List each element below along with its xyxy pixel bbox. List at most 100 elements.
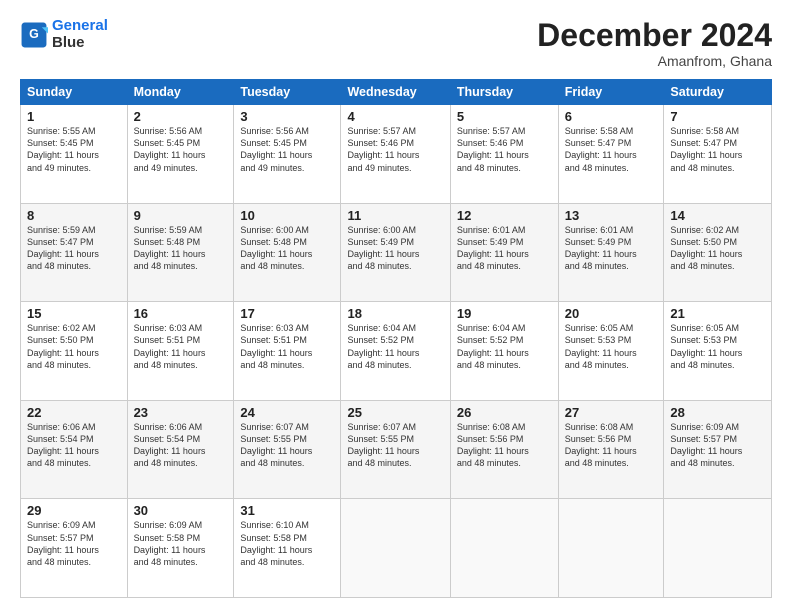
day-number: 29 — [27, 503, 121, 518]
cell-content: Sunrise: 5:57 AMSunset: 5:46 PMDaylight:… — [347, 125, 443, 174]
day-number: 25 — [347, 405, 443, 420]
day-number: 2 — [134, 109, 228, 124]
cell-content: Sunrise: 5:59 AMSunset: 5:48 PMDaylight:… — [134, 224, 228, 273]
calendar-cell: 10Sunrise: 6:00 AMSunset: 5:48 PMDayligh… — [234, 203, 341, 302]
day-number: 20 — [565, 306, 658, 321]
day-number: 6 — [565, 109, 658, 124]
logo-icon: G — [20, 21, 48, 49]
cell-content: Sunrise: 5:58 AMSunset: 5:47 PMDaylight:… — [670, 125, 765, 174]
day-number: 3 — [240, 109, 334, 124]
calendar-cell: 26Sunrise: 6:08 AMSunset: 5:56 PMDayligh… — [450, 400, 558, 499]
day-number: 26 — [457, 405, 552, 420]
cell-content: Sunrise: 6:01 AMSunset: 5:49 PMDaylight:… — [565, 224, 658, 273]
cell-content: Sunrise: 6:04 AMSunset: 5:52 PMDaylight:… — [347, 322, 443, 371]
calendar-cell: 25Sunrise: 6:07 AMSunset: 5:55 PMDayligh… — [341, 400, 450, 499]
day-number: 19 — [457, 306, 552, 321]
cell-content: Sunrise: 6:09 AMSunset: 5:57 PMDaylight:… — [27, 519, 121, 568]
cell-content: Sunrise: 6:01 AMSunset: 5:49 PMDaylight:… — [457, 224, 552, 273]
calendar-cell — [664, 499, 772, 598]
header-row: Sunday Monday Tuesday Wednesday Thursday… — [21, 80, 772, 105]
calendar-cell: 22Sunrise: 6:06 AMSunset: 5:54 PMDayligh… — [21, 400, 128, 499]
cell-content: Sunrise: 6:09 AMSunset: 5:58 PMDaylight:… — [134, 519, 228, 568]
day-number: 24 — [240, 405, 334, 420]
day-number: 8 — [27, 208, 121, 223]
day-number: 21 — [670, 306, 765, 321]
cell-content: Sunrise: 5:58 AMSunset: 5:47 PMDaylight:… — [565, 125, 658, 174]
day-number: 10 — [240, 208, 334, 223]
col-monday: Monday — [127, 80, 234, 105]
col-saturday: Saturday — [664, 80, 772, 105]
table-row: 29Sunrise: 6:09 AMSunset: 5:57 PMDayligh… — [21, 499, 772, 598]
calendar-cell: 21Sunrise: 6:05 AMSunset: 5:53 PMDayligh… — [664, 302, 772, 401]
calendar-cell — [341, 499, 450, 598]
calendar-cell: 8Sunrise: 5:59 AMSunset: 5:47 PMDaylight… — [21, 203, 128, 302]
day-number: 1 — [27, 109, 121, 124]
calendar-cell: 29Sunrise: 6:09 AMSunset: 5:57 PMDayligh… — [21, 499, 128, 598]
cell-content: Sunrise: 6:05 AMSunset: 5:53 PMDaylight:… — [670, 322, 765, 371]
day-number: 13 — [565, 208, 658, 223]
logo-text: General Blue — [52, 18, 108, 51]
cell-content: Sunrise: 6:09 AMSunset: 5:57 PMDaylight:… — [670, 421, 765, 470]
calendar-cell: 19Sunrise: 6:04 AMSunset: 5:52 PMDayligh… — [450, 302, 558, 401]
table-row: 15Sunrise: 6:02 AMSunset: 5:50 PMDayligh… — [21, 302, 772, 401]
cell-content: Sunrise: 6:03 AMSunset: 5:51 PMDaylight:… — [134, 322, 228, 371]
calendar-cell: 15Sunrise: 6:02 AMSunset: 5:50 PMDayligh… — [21, 302, 128, 401]
cell-content: Sunrise: 5:55 AMSunset: 5:45 PMDaylight:… — [27, 125, 121, 174]
calendar-cell: 3Sunrise: 5:56 AMSunset: 5:45 PMDaylight… — [234, 105, 341, 204]
day-number: 12 — [457, 208, 552, 223]
calendar-cell: 27Sunrise: 6:08 AMSunset: 5:56 PMDayligh… — [558, 400, 664, 499]
calendar-cell: 7Sunrise: 5:58 AMSunset: 5:47 PMDaylight… — [664, 105, 772, 204]
day-number: 4 — [347, 109, 443, 124]
calendar-table: Sunday Monday Tuesday Wednesday Thursday… — [20, 79, 772, 598]
calendar-cell: 20Sunrise: 6:05 AMSunset: 5:53 PMDayligh… — [558, 302, 664, 401]
calendar-cell: 11Sunrise: 6:00 AMSunset: 5:49 PMDayligh… — [341, 203, 450, 302]
calendar-cell: 2Sunrise: 5:56 AMSunset: 5:45 PMDaylight… — [127, 105, 234, 204]
calendar-cell: 30Sunrise: 6:09 AMSunset: 5:58 PMDayligh… — [127, 499, 234, 598]
calendar-cell: 12Sunrise: 6:01 AMSunset: 5:49 PMDayligh… — [450, 203, 558, 302]
day-number: 28 — [670, 405, 765, 420]
day-number: 23 — [134, 405, 228, 420]
day-number: 14 — [670, 208, 765, 223]
day-number: 17 — [240, 306, 334, 321]
calendar-cell: 24Sunrise: 6:07 AMSunset: 5:55 PMDayligh… — [234, 400, 341, 499]
calendar-cell: 13Sunrise: 6:01 AMSunset: 5:49 PMDayligh… — [558, 203, 664, 302]
cell-content: Sunrise: 6:07 AMSunset: 5:55 PMDaylight:… — [240, 421, 334, 470]
calendar-cell — [450, 499, 558, 598]
day-number: 18 — [347, 306, 443, 321]
calendar-cell: 23Sunrise: 6:06 AMSunset: 5:54 PMDayligh… — [127, 400, 234, 499]
cell-content: Sunrise: 6:02 AMSunset: 5:50 PMDaylight:… — [670, 224, 765, 273]
day-number: 5 — [457, 109, 552, 124]
day-number: 16 — [134, 306, 228, 321]
cell-content: Sunrise: 6:06 AMSunset: 5:54 PMDaylight:… — [27, 421, 121, 470]
svg-text:G: G — [29, 27, 39, 41]
cell-content: Sunrise: 5:56 AMSunset: 5:45 PMDaylight:… — [134, 125, 228, 174]
calendar-cell: 14Sunrise: 6:02 AMSunset: 5:50 PMDayligh… — [664, 203, 772, 302]
calendar-page: G General Blue December 2024 Amanfrom, G… — [0, 0, 792, 612]
col-thursday: Thursday — [450, 80, 558, 105]
header: G General Blue December 2024 Amanfrom, G… — [20, 18, 772, 69]
day-number: 15 — [27, 306, 121, 321]
cell-content: Sunrise: 6:02 AMSunset: 5:50 PMDaylight:… — [27, 322, 121, 371]
cell-content: Sunrise: 5:57 AMSunset: 5:46 PMDaylight:… — [457, 125, 552, 174]
logo: G General Blue — [20, 18, 108, 51]
cell-content: Sunrise: 6:08 AMSunset: 5:56 PMDaylight:… — [565, 421, 658, 470]
table-row: 22Sunrise: 6:06 AMSunset: 5:54 PMDayligh… — [21, 400, 772, 499]
title-block: December 2024 Amanfrom, Ghana — [537, 18, 772, 69]
day-number: 22 — [27, 405, 121, 420]
calendar-cell: 31Sunrise: 6:10 AMSunset: 5:58 PMDayligh… — [234, 499, 341, 598]
cell-content: Sunrise: 5:59 AMSunset: 5:47 PMDaylight:… — [27, 224, 121, 273]
location: Amanfrom, Ghana — [537, 53, 772, 69]
cell-content: Sunrise: 6:07 AMSunset: 5:55 PMDaylight:… — [347, 421, 443, 470]
cell-content: Sunrise: 6:04 AMSunset: 5:52 PMDaylight:… — [457, 322, 552, 371]
cell-content: Sunrise: 6:05 AMSunset: 5:53 PMDaylight:… — [565, 322, 658, 371]
day-number: 9 — [134, 208, 228, 223]
day-number: 30 — [134, 503, 228, 518]
calendar-cell: 4Sunrise: 5:57 AMSunset: 5:46 PMDaylight… — [341, 105, 450, 204]
col-friday: Friday — [558, 80, 664, 105]
calendar-cell: 1Sunrise: 5:55 AMSunset: 5:45 PMDaylight… — [21, 105, 128, 204]
table-row: 1Sunrise: 5:55 AMSunset: 5:45 PMDaylight… — [21, 105, 772, 204]
calendar-cell: 9Sunrise: 5:59 AMSunset: 5:48 PMDaylight… — [127, 203, 234, 302]
calendar-cell — [558, 499, 664, 598]
month-year: December 2024 — [537, 18, 772, 53]
cell-content: Sunrise: 6:00 AMSunset: 5:48 PMDaylight:… — [240, 224, 334, 273]
